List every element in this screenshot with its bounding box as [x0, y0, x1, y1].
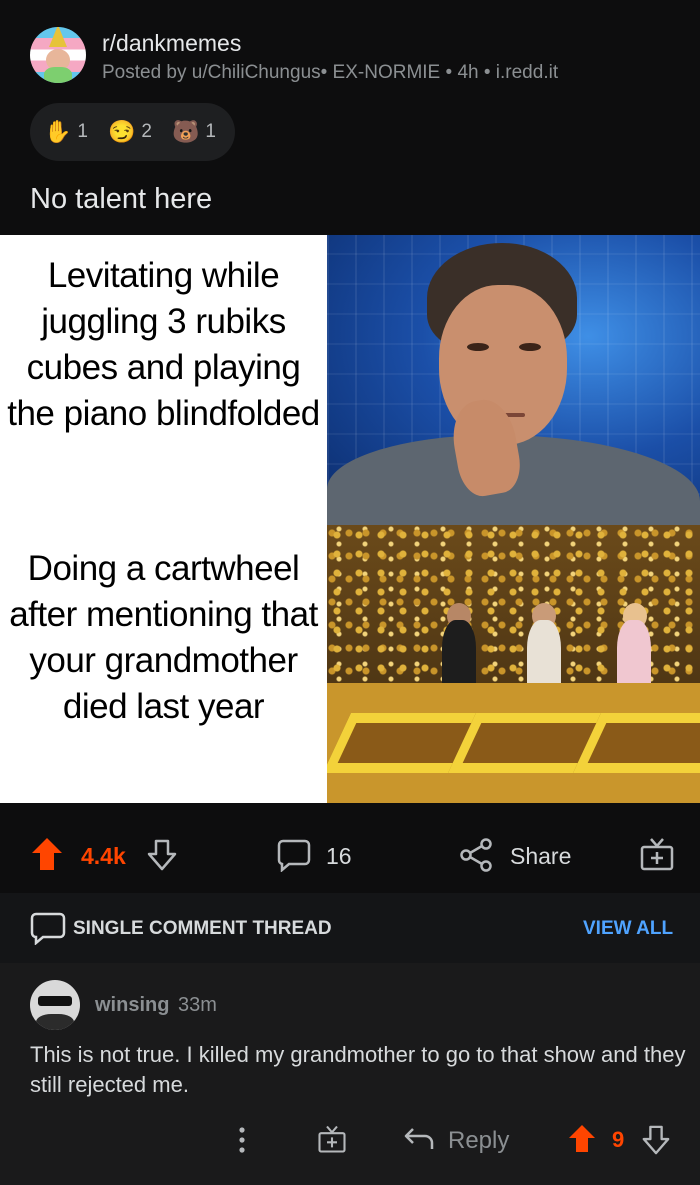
- comment-score: 9: [612, 1127, 625, 1152]
- award-count: 2: [141, 121, 152, 142]
- avatar-suit: [36, 1014, 74, 1030]
- reply-button[interactable]: Reply: [448, 1127, 509, 1155]
- comment-award-icon[interactable]: [317, 1124, 347, 1154]
- comment-bubble-icon: [30, 912, 66, 945]
- judge: [527, 620, 561, 690]
- commenter-avatar[interactable]: [30, 980, 80, 1030]
- comment-count[interactable]: 16: [326, 843, 352, 870]
- meme-top-text: Levitating while juggling 3 rubiks cubes…: [7, 256, 320, 433]
- comment-body: This is not true. I killed my grandmothe…: [30, 1042, 686, 1097]
- judge-eye: [519, 343, 541, 351]
- subreddit-avatar[interactable]: [30, 27, 86, 83]
- comment-age: 33m: [178, 994, 217, 1016]
- unimpressed-judge-panel: [327, 235, 700, 525]
- meme-image[interactable]: Levitating while juggling 3 rubiks cubes…: [0, 235, 700, 803]
- downvote-icon[interactable]: [146, 838, 178, 872]
- awards-pill[interactable]: ✋ 1 😏 2 🐻 1: [30, 103, 235, 161]
- award-bear: 🐻 1: [172, 103, 216, 161]
- reply-icon[interactable]: [403, 1126, 435, 1152]
- subreddit-name[interactable]: r/dankmemes: [102, 30, 241, 57]
- share-icon[interactable]: [459, 838, 493, 872]
- golden-buzzer-panel: [327, 525, 700, 803]
- wholesome-seal-award-icon: ✋: [44, 119, 72, 144]
- comment-icon[interactable]: [277, 838, 311, 872]
- more-options-icon[interactable]: [236, 1126, 248, 1154]
- sunglasses-icon: [38, 996, 72, 1006]
- upvote-icon-stem[interactable]: [40, 852, 54, 870]
- comment-upvote-icon-stem[interactable]: [576, 1137, 588, 1152]
- award-gift-icon[interactable]: [639, 836, 675, 872]
- judge-eye: [467, 343, 489, 351]
- comment-username[interactable]: winsing: [95, 994, 169, 1017]
- view-all-link[interactable]: VIEW ALL: [583, 918, 673, 940]
- meme-bottom-text: Doing a cartwheel after mentioning that …: [9, 549, 318, 726]
- judge: [617, 620, 651, 690]
- post-title[interactable]: No talent here: [30, 183, 212, 216]
- post-header: r/dankmemes Posted by u/ChiliChungus• EX…: [0, 0, 700, 235]
- bear-award-icon: 🐻: [172, 119, 200, 144]
- post-meta[interactable]: Posted by u/ChiliChungus• EX-NORMIE • 4h…: [102, 62, 558, 84]
- award-wholesome: ✋ 1: [44, 103, 88, 161]
- award-silver: 😏 2: [108, 103, 152, 161]
- thread-label: SINGLE COMMENT THREAD: [73, 918, 332, 939]
- award-count: 1: [205, 121, 216, 142]
- share-button[interactable]: Share: [510, 843, 571, 870]
- upvote-icon[interactable]: [32, 838, 62, 853]
- award-count: 1: [77, 121, 88, 142]
- judge: [442, 620, 476, 690]
- avatar-body: [44, 67, 72, 83]
- comment-downvote-icon[interactable]: [641, 1124, 671, 1156]
- silver-face-award-icon: 😏: [108, 119, 136, 144]
- avatar-hat: [49, 27, 67, 47]
- post-score: 4.4k: [81, 843, 126, 869]
